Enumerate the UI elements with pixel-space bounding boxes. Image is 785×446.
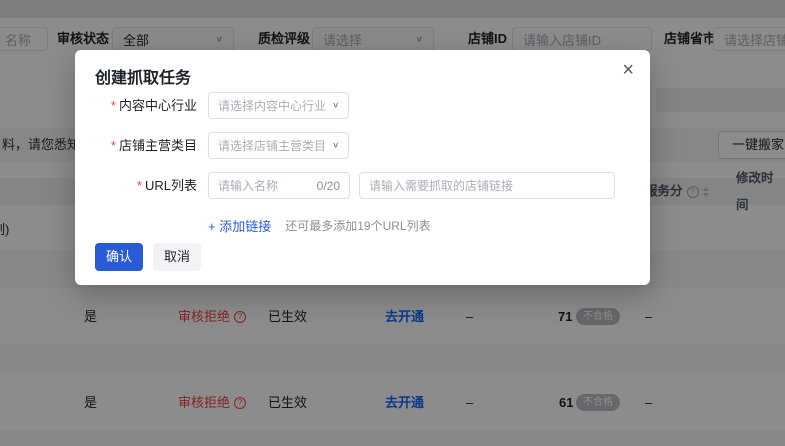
close-icon[interactable]: × <box>622 58 634 82</box>
url-name-placeholder: 请输入名称 <box>218 177 278 194</box>
url-name-input[interactable]: 请输入名称 0/20 <box>208 172 350 199</box>
char-counter: 0/20 <box>317 179 340 193</box>
industry-label-text: 内容中心行业 <box>119 98 197 113</box>
category-label: *店铺主营类目 <box>75 132 197 159</box>
chevron-down-icon: ∨ <box>332 141 339 150</box>
url-input[interactable]: 请输入需要抓取的店铺链接 <box>359 172 615 199</box>
required-mark: * <box>137 178 142 193</box>
industry-placeholder: 请选择内容中心行业 <box>218 97 326 114</box>
add-link-hint: 还可最多添加19个URL列表 <box>285 217 430 234</box>
url-list-label-text: URL列表 <box>145 178 197 193</box>
add-link-button[interactable]: + 添加链接 <box>208 216 271 235</box>
industry-label: *内容中心行业 <box>75 92 197 119</box>
url-list-label: *URL列表 <box>75 172 197 199</box>
url-placeholder: 请输入需要抓取的店铺链接 <box>369 177 513 194</box>
dialog-title: 创建抓取任务 <box>95 64 191 88</box>
required-mark: * <box>111 138 116 153</box>
cancel-button[interactable]: 取消 <box>153 243 201 271</box>
app-window: 名称 审核状态 全部 ∨ 质检评级 请选择 ∨ 店铺ID 请输入店铺ID 店铺省… <box>0 0 785 446</box>
add-link-row: + 添加链接 还可最多添加19个URL列表 <box>208 215 431 235</box>
category-placeholder: 请选择店铺主营类目 <box>218 137 326 154</box>
category-label-text: 店铺主营类目 <box>119 138 197 153</box>
create-crawl-task-dialog: 创建抓取任务 × *内容中心行业 请选择内容中心行业 ∨ *店铺主营类目 请选择… <box>75 50 650 285</box>
category-select[interactable]: 请选择店铺主营类目 ∨ <box>208 132 349 159</box>
industry-select[interactable]: 请选择内容中心行业 ∨ <box>208 92 349 119</box>
chevron-down-icon: ∨ <box>332 101 339 110</box>
confirm-button[interactable]: 确认 <box>95 243 143 271</box>
required-mark: * <box>111 98 116 113</box>
